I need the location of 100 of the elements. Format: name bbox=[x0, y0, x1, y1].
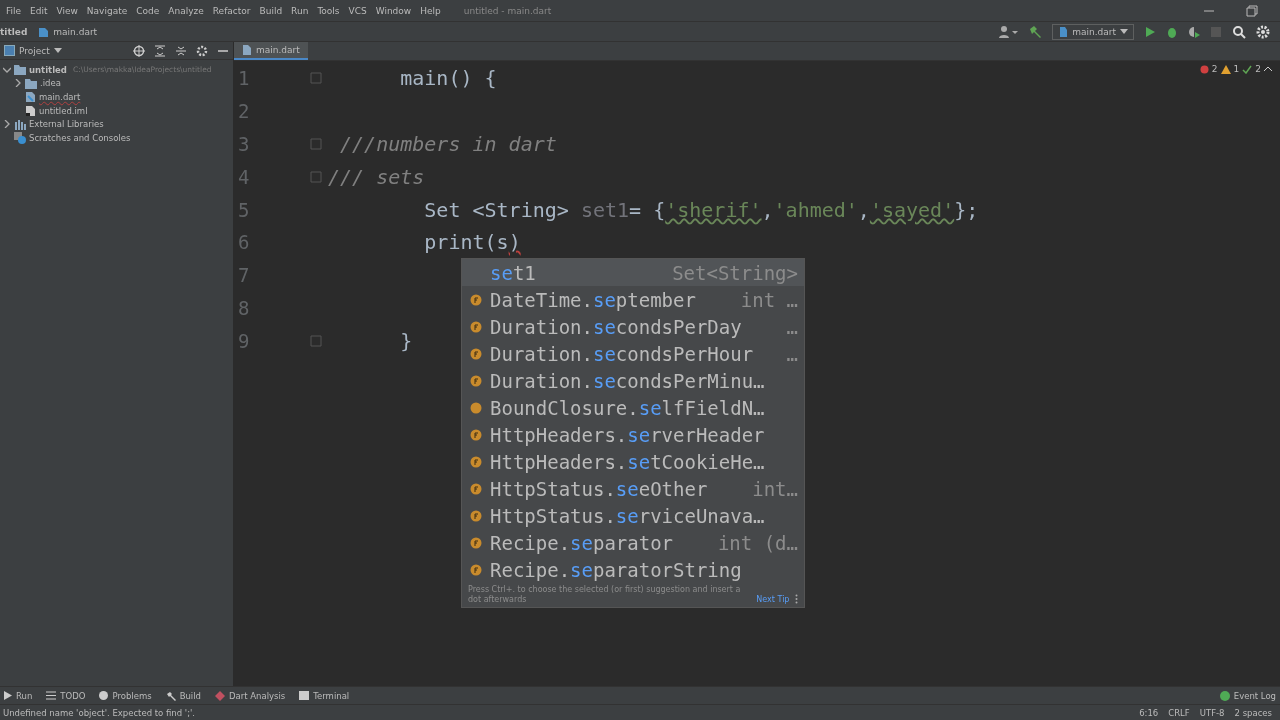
line-ending[interactable]: CRLF bbox=[1168, 707, 1190, 718]
dart-file-icon bbox=[37, 25, 50, 38]
menu-item[interactable]: Analyze bbox=[168, 5, 204, 16]
menu-item[interactable]: Window bbox=[375, 5, 412, 16]
code-text: = { bbox=[629, 197, 666, 222]
terminal-icon bbox=[299, 691, 310, 700]
code-text: 'sherif' bbox=[665, 197, 762, 222]
code-text: print(s bbox=[423, 230, 509, 255]
tree-item[interactable]: untitled.iml bbox=[39, 105, 88, 116]
code-text: set1 bbox=[580, 197, 630, 222]
diamond-icon bbox=[214, 690, 225, 701]
warning-count: 1 bbox=[1233, 64, 1240, 74]
completion-item[interactable]: HttpStatus.seeOther int… bbox=[462, 475, 804, 502]
tree-item[interactable]: .idea bbox=[40, 78, 61, 89]
menu-item[interactable]: VCS bbox=[348, 5, 367, 16]
restore-icon[interactable] bbox=[1246, 4, 1258, 17]
user-icon[interactable] bbox=[998, 24, 1019, 39]
file-encoding[interactable]: UTF-8 bbox=[1199, 707, 1225, 718]
code-text: ) bbox=[508, 230, 521, 255]
settings-icon[interactable] bbox=[1256, 24, 1270, 39]
menu-item[interactable]: Refactor bbox=[212, 5, 251, 16]
settings-icon[interactable] bbox=[196, 44, 208, 57]
completion-item[interactable]: Duration.secondsPerMinu… bbox=[462, 367, 804, 394]
indent-setting[interactable]: 2 spaces bbox=[1234, 707, 1272, 718]
tool-window-button[interactable]: Build bbox=[165, 690, 201, 701]
editor-tab[interactable]: main.dart bbox=[234, 42, 308, 60]
caret-icon bbox=[1120, 28, 1128, 35]
menu-item[interactable]: View bbox=[56, 5, 78, 16]
error-icon[interactable] bbox=[1199, 64, 1209, 74]
menu-item[interactable]: Code bbox=[136, 5, 160, 16]
hammer-icon[interactable] bbox=[1028, 24, 1043, 39]
tool-window-button[interactable]: Run bbox=[4, 690, 33, 701]
menu-item[interactable]: File bbox=[6, 5, 22, 16]
line-number: 6 bbox=[237, 231, 251, 254]
locate-icon[interactable] bbox=[133, 44, 145, 57]
menu-item[interactable]: Edit bbox=[30, 5, 48, 16]
caret-position[interactable]: 6:16 bbox=[1139, 707, 1159, 718]
line-number: 7 bbox=[237, 264, 251, 287]
completion-item[interactable]: Duration.secondsPerHour … bbox=[462, 340, 804, 367]
breadcrumb-item[interactable]: main.dart bbox=[53, 26, 98, 37]
line-number: 2 bbox=[237, 100, 251, 123]
next-tip-link[interactable]: Next Tip bbox=[756, 594, 790, 605]
error-count: 2 bbox=[1211, 64, 1218, 74]
completion-item[interactable]: DateTime.september int … bbox=[462, 286, 804, 313]
status-message: Undefined name 'object'. Expected to find ';'. bbox=[3, 707, 196, 718]
line-number: 5 bbox=[237, 198, 251, 221]
tree-item[interactable]: Scratches and Consoles bbox=[29, 132, 131, 143]
coverage-icon[interactable] bbox=[1188, 25, 1200, 38]
completion-item[interactable]: BoundClosure.selfFieldN… bbox=[462, 394, 804, 421]
breadcrumb-item[interactable]: titled bbox=[0, 26, 28, 37]
more-icon[interactable] bbox=[795, 594, 798, 605]
file-icon bbox=[25, 104, 36, 117]
run-icon bbox=[4, 691, 12, 700]
dart-file-icon bbox=[242, 44, 252, 56]
tool-window-button[interactable]: Problems bbox=[99, 690, 152, 701]
completion-item[interactable]: HttpStatus.se rviceUnava… bbox=[462, 502, 804, 529]
tool-window-button[interactable]: TODO bbox=[46, 690, 86, 701]
list-icon bbox=[46, 691, 57, 700]
code-text: 'sayed' bbox=[869, 197, 955, 222]
menu-item[interactable]: Tools bbox=[317, 5, 340, 16]
completion-item[interactable]: set1 Set<String> bbox=[462, 259, 804, 286]
code-text: } bbox=[399, 328, 413, 353]
caret-icon[interactable] bbox=[1264, 66, 1272, 72]
menu-item[interactable]: Run bbox=[291, 5, 309, 16]
fold-marker-icon[interactable] bbox=[310, 334, 322, 347]
completion-item[interactable]: Duration.secondsPerDay … bbox=[462, 313, 804, 340]
line-number: 8 bbox=[237, 296, 251, 319]
expand-all-icon[interactable] bbox=[154, 44, 166, 57]
project-view-dropdown[interactable]: Project bbox=[4, 45, 62, 56]
fold-marker-icon[interactable] bbox=[310, 170, 322, 183]
menu-item[interactable]: Navigate bbox=[86, 5, 128, 16]
fold-marker-icon[interactable] bbox=[310, 72, 322, 85]
warning-icon[interactable] bbox=[1220, 64, 1231, 74]
check-icon[interactable] bbox=[1242, 64, 1253, 74]
tree-item[interactable]: untitled bbox=[29, 64, 67, 75]
event-log-button[interactable]: Event Log bbox=[1219, 690, 1276, 701]
code-text: main() { bbox=[399, 66, 497, 91]
tree-item[interactable]: External Libraries bbox=[29, 119, 104, 130]
completion-item[interactable]: Recipe.separator int (d… bbox=[462, 529, 804, 556]
dart-file-icon bbox=[1058, 25, 1069, 38]
run-config-dropdown[interactable]: main.dart bbox=[1052, 23, 1134, 40]
tree-item[interactable]: main.dart bbox=[39, 92, 81, 102]
code-text: }; bbox=[954, 197, 979, 222]
folder-icon bbox=[25, 77, 37, 89]
menu-item[interactable]: Build bbox=[259, 5, 283, 16]
search-icon[interactable] bbox=[1232, 24, 1246, 39]
code-text: 'ahmed' bbox=[773, 197, 858, 222]
tool-window-button[interactable]: Dart Analysis bbox=[214, 690, 286, 701]
folder-icon bbox=[14, 64, 26, 76]
completion-item[interactable]: Recipe.separatorString bbox=[462, 556, 804, 583]
run-icon[interactable] bbox=[1144, 25, 1156, 38]
completion-item[interactable]: HttpHeaders.se rverHeader bbox=[462, 421, 804, 448]
debug-icon[interactable] bbox=[1166, 25, 1178, 38]
tool-window-button[interactable]: Terminal bbox=[299, 690, 350, 701]
completion-item[interactable]: HttpHeaders.setCookieHe… bbox=[462, 448, 804, 475]
fold-marker-icon[interactable] bbox=[310, 138, 322, 150]
menu-item[interactable]: Help bbox=[420, 5, 441, 16]
collapse-all-icon[interactable] bbox=[175, 44, 187, 57]
line-number: 9 bbox=[237, 329, 251, 352]
code-text: , bbox=[761, 197, 774, 222]
